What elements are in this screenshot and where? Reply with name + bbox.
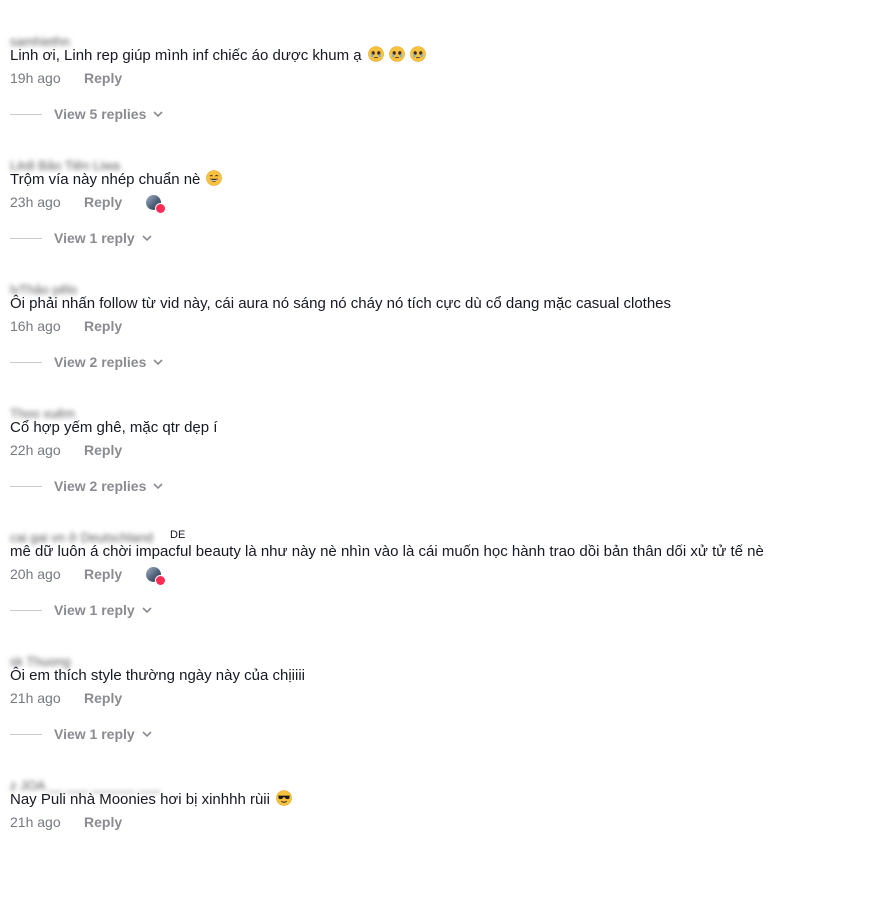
view-replies-button[interactable]: View 5 replies xyxy=(10,104,166,124)
chevron-down-icon xyxy=(142,731,152,738)
chevron-down-icon xyxy=(153,483,163,490)
divider-line xyxy=(10,485,42,487)
reply-button[interactable]: Reply xyxy=(84,318,122,334)
comment-list: samhiethn Linh ơi, Linh rep giúp mình in… xyxy=(0,0,889,839)
divider-line xyxy=(10,113,42,115)
comment-timestamp: 22h ago xyxy=(10,442,61,458)
comment-item: cai gai vn ở Deutschland mê dữ luôn á ch… xyxy=(0,529,889,653)
divider-line xyxy=(10,237,42,239)
view-replies-label: View 2 replies xyxy=(54,478,147,494)
divider-line xyxy=(10,609,42,611)
view-replies-label: View 5 replies xyxy=(54,106,147,122)
comment-text: Ôi em thích style thường ngày này của ch… xyxy=(10,667,306,684)
reply-button[interactable]: Reply xyxy=(84,566,122,582)
view-replies-button[interactable]: View 1 reply xyxy=(10,228,155,248)
sunglasses-face-emoji-icon xyxy=(276,790,292,806)
username-country-suffix: DE xyxy=(170,529,186,541)
reply-button[interactable]: Reply xyxy=(84,442,122,458)
chevron-down-icon xyxy=(142,607,152,614)
reply-button[interactable]: Reply xyxy=(84,690,122,706)
comment-emojis xyxy=(270,790,292,808)
heart-icon xyxy=(155,202,167,214)
crying-face-emoji-icon xyxy=(409,46,426,62)
chevron-down-icon xyxy=(153,359,163,366)
comment-item: Thoo xuêm Cổ hợp yếm ghê, mặc qtr dẹp í … xyxy=(0,405,889,529)
comment-timestamp: 21h ago xyxy=(10,814,61,830)
comment-text: Ôi phải nhấn follow từ vid này, cái aura… xyxy=(10,295,672,312)
chevron-down-icon xyxy=(142,235,152,242)
comment-emojis xyxy=(200,170,223,188)
view-replies-button[interactable]: View 1 reply xyxy=(10,600,155,620)
comment-item: z JOA __ ___ ______ ___ Nay Puli nhà Moo… xyxy=(0,777,889,901)
view-replies-label: View 1 reply xyxy=(54,726,135,742)
comment-text: Cổ hợp yếm ghê, mặc qtr dẹp í xyxy=(10,419,218,436)
comment-timestamp: 19h ago xyxy=(10,70,61,86)
grinning-face-emoji-icon xyxy=(206,170,223,186)
divider-line xyxy=(10,361,42,363)
view-replies-button[interactable]: View 2 replies xyxy=(10,352,166,372)
comment-timestamp: 21h ago xyxy=(10,690,61,706)
comment-timestamp: 23h ago xyxy=(10,194,61,210)
creator-liked-avatar xyxy=(146,194,167,214)
crying-face-emoji-icon xyxy=(388,46,405,62)
divider-line xyxy=(10,733,42,735)
comment-item: sk Thuong Ôi em thích style thường ngày … xyxy=(0,653,889,777)
chevron-down-icon xyxy=(153,111,163,118)
comment-item: Lèdi Bảo Tiên Liwa Trộm vía này nhép chu… xyxy=(0,157,889,281)
view-replies-button[interactable]: View 1 reply xyxy=(10,724,155,744)
view-replies-label: View 1 reply xyxy=(54,602,135,618)
comment-text: Nay Puli nhà Moonies hơi bị xinhhh rùii xyxy=(10,790,292,810)
comment-text: Trộm vía này nhép chuẩn nè xyxy=(10,170,223,190)
comment-item: samhiethn Linh ơi, Linh rep giúp mình in… xyxy=(0,33,889,157)
reply-button[interactable]: Reply xyxy=(84,194,122,210)
view-replies-label: View 2 replies xyxy=(54,354,147,370)
crying-face-emoji-icon xyxy=(367,46,384,62)
creator-liked-avatar xyxy=(146,566,167,586)
comment-text: Linh ơi, Linh rep giúp mình inf chiếc áo… xyxy=(10,46,426,66)
reply-button[interactable]: Reply xyxy=(84,814,122,830)
comment-timestamp: 20h ago xyxy=(10,566,61,582)
view-replies-label: View 1 reply xyxy=(54,230,135,246)
comment-timestamp: 16h ago xyxy=(10,318,61,334)
reply-button[interactable]: Reply xyxy=(84,70,122,86)
view-replies-button[interactable]: View 2 replies xyxy=(10,476,166,496)
comment-emojis xyxy=(362,46,426,64)
heart-icon xyxy=(155,574,167,586)
comment-item: lvThảo pêlo Ôi phải nhấn follow từ vid n… xyxy=(0,281,889,405)
comment-text: mê dữ luôn á chời impacful beauty là như… xyxy=(10,543,764,560)
